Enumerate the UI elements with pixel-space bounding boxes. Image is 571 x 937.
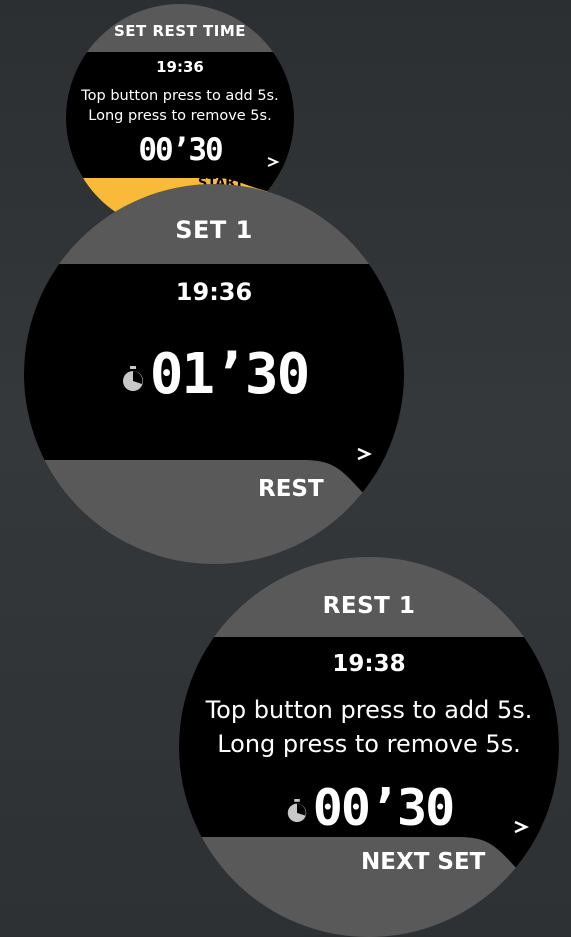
next-set-button-label[interactable]: NEXT SET — [361, 849, 485, 875]
watch-screen-set-1: SET 1 19:36 01’30 REST — [24, 184, 404, 564]
clock-time: 19:36 — [175, 278, 253, 306]
clock-time: 19:36 — [156, 58, 204, 76]
rest-button-label[interactable]: REST — [258, 476, 324, 502]
stopwatch-icon — [122, 365, 143, 391]
hint-line-1: Top button press to add 5s. — [205, 696, 533, 724]
rest-timer-value: 00’30 — [138, 132, 223, 168]
hint-line-1: Top button press to add 5s. — [81, 88, 279, 104]
watch-screen-rest-1: REST 1 19:38 Top button press to add 5s.… — [179, 557, 559, 937]
screen-title: SET REST TIME — [113, 22, 247, 40]
chevron-right-icon[interactable] — [512, 819, 530, 835]
timer-row: 00’30 — [66, 132, 294, 168]
timer-row: 00’30 — [179, 779, 559, 837]
hint-line-2: Long press to remove 5s. — [217, 730, 521, 758]
screen-title: REST 1 — [322, 593, 416, 619]
stopwatch-icon — [287, 799, 306, 823]
set-timer-value: 01’30 — [149, 342, 311, 407]
hint-line-2: Long press to remove 5s. — [88, 108, 272, 124]
screen-title: SET 1 — [175, 216, 253, 244]
clock-time: 19:38 — [332, 651, 406, 677]
rest-timer-value: 00’30 — [312, 779, 456, 837]
action-band-divider — [24, 454, 404, 504]
timer-row: 01’30 — [24, 342, 404, 407]
chevron-right-icon[interactable] — [355, 446, 373, 462]
chevron-right-icon[interactable] — [266, 156, 280, 168]
